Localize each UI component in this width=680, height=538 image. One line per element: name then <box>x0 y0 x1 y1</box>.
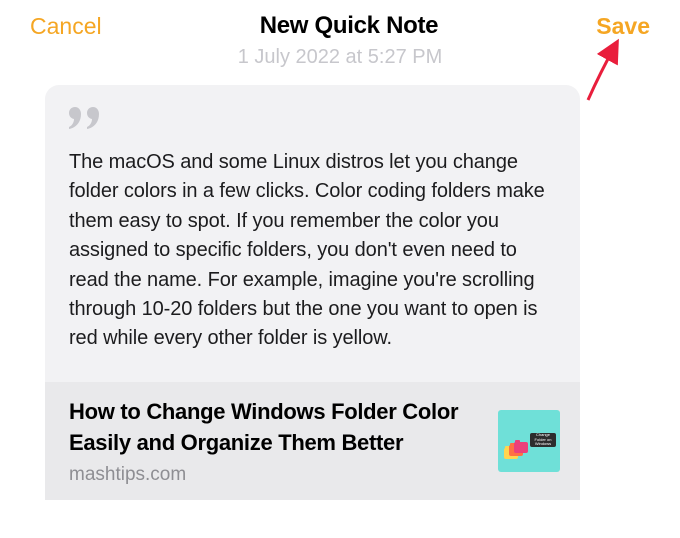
link-domain: mashtips.com <box>69 464 480 486</box>
link-thumbnail: Change Folder on Windows <box>498 410 560 472</box>
note-timestamp: 1 July 2022 at 5:27 PM <box>0 46 680 69</box>
link-text-block: How to Change Windows Folder Color Easil… <box>69 396 480 486</box>
cancel-button[interactable]: Cancel <box>30 13 102 40</box>
thumbnail-folders-icon <box>504 442 526 460</box>
note-body[interactable]: The macOS and some Linux distros let you… <box>45 85 580 382</box>
thumbnail-caption: Change Folder on Windows <box>530 433 556 447</box>
note-card: The macOS and some Linux distros let you… <box>45 85 580 500</box>
header-bar: Cancel New Quick Note Save <box>0 0 680 42</box>
page-title: New Quick Note <box>260 12 439 40</box>
note-text: The macOS and some Linux distros let you… <box>69 148 556 354</box>
link-preview[interactable]: How to Change Windows Folder Color Easil… <box>45 382 580 500</box>
save-button[interactable]: Save <box>596 13 650 40</box>
quote-icon <box>69 107 556 134</box>
link-title: How to Change Windows Folder Color Easil… <box>69 396 480 458</box>
